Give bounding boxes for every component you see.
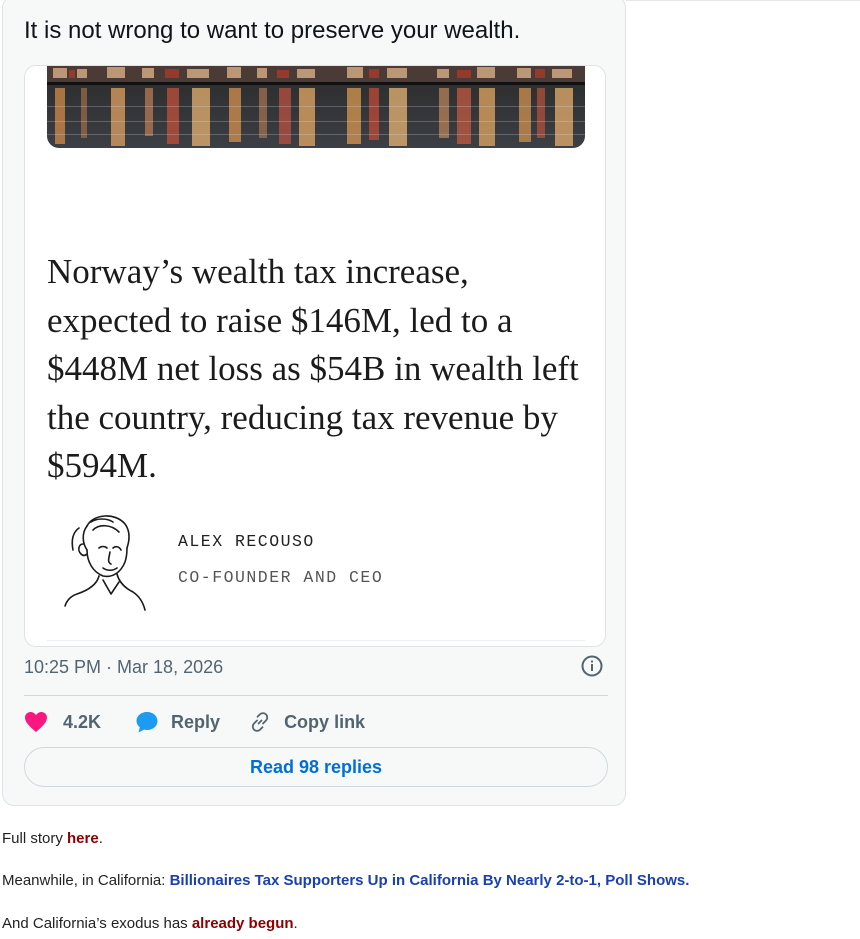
paragraph-text: Meanwhile, in California:	[2, 872, 170, 889]
paragraph-exodus: And California’s exodus has already begu…	[2, 915, 298, 932]
paragraph-california-poll: Meanwhile, in California: Billionaires T…	[2, 872, 689, 889]
speech-bubble-icon	[135, 710, 159, 734]
tweet-timestamp[interactable]: 10:25 PM · Mar 18, 2026	[24, 657, 223, 678]
copy-link-button[interactable]: Copy link	[249, 711, 365, 733]
action-divider	[24, 695, 608, 696]
copy-link-label: Copy link	[284, 711, 366, 732]
link-icon	[249, 711, 271, 733]
tweet-image-card[interactable]: Norway’s wealth tax increase, expected t…	[24, 65, 606, 647]
paragraph-text: And California’s exodus has	[2, 915, 192, 932]
embedded-tweet: It is not wrong to want to preserve your…	[2, 0, 626, 806]
paragraph-text: .	[98, 830, 103, 847]
poll-article-link[interactable]: Billionaires Tax Supporters Up in Califo…	[170, 872, 690, 889]
like-count: 4.2K	[63, 711, 102, 732]
info-icon[interactable]	[581, 655, 603, 677]
waterfront-photo	[47, 66, 585, 148]
card-bottom-rule	[47, 640, 585, 641]
reply-button[interactable]: Reply	[135, 710, 220, 734]
author-name: ALEX RECOUSO	[178, 532, 315, 551]
here-link[interactable]: here	[67, 830, 99, 847]
already-begun-link[interactable]: already begun	[192, 915, 294, 932]
paragraph-full-story: Full story here.	[2, 830, 103, 847]
paragraph-text: Full story	[2, 830, 68, 847]
read-replies-button[interactable]: Read 98 replies	[24, 747, 608, 787]
author-title: CO-FOUNDER AND CEO	[178, 568, 384, 587]
tweet-text: It is not wrong to want to preserve your…	[24, 17, 521, 44]
reply-label: Reply	[171, 711, 221, 732]
like-button[interactable]: 4.2K	[24, 711, 101, 733]
paragraph-text: .	[293, 915, 298, 932]
action-bar: 4.2K Reply Copy link	[24, 707, 365, 737]
top-rule	[626, 0, 860, 1]
author-sketch-portrait	[63, 510, 149, 614]
card-headline: Norway’s wealth tax increase, expected t…	[47, 252, 579, 485]
heart-icon	[24, 711, 48, 733]
